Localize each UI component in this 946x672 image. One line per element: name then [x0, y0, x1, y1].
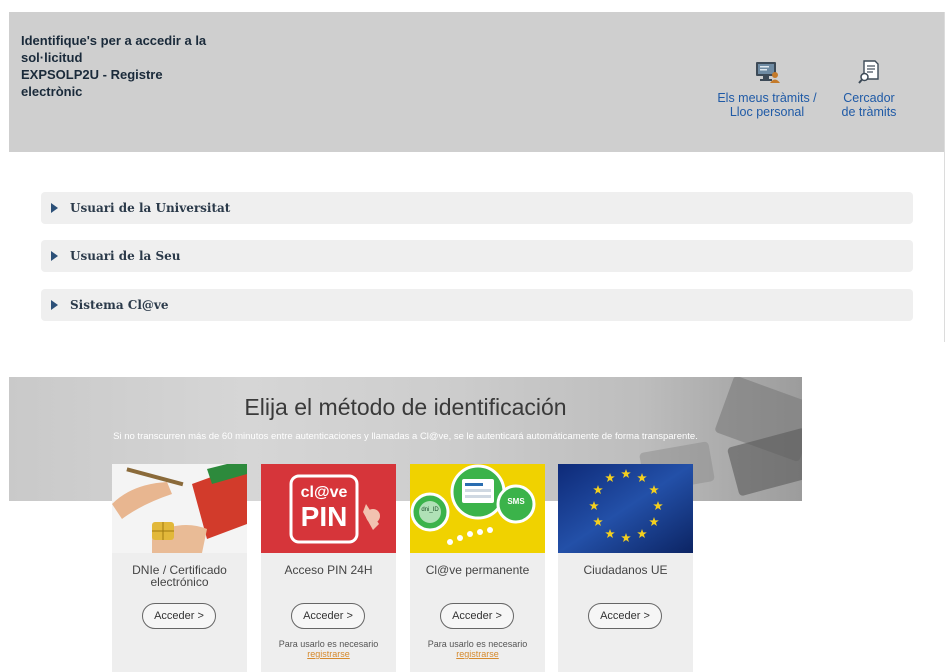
- card-title: DNIe / Certificado electrónico: [112, 564, 247, 588]
- accordion-label: Sistema Cl@ve: [70, 298, 169, 312]
- card-title: Acceso PIN 24H: [261, 564, 396, 576]
- title-line-3: EXPSOLP2U - Registre: [21, 67, 163, 82]
- card-title-line: Cl@ve permanente: [425, 563, 530, 577]
- card-title-line: Acceso PIN 24H: [284, 563, 373, 577]
- accordion-university-user[interactable]: Usuari de la Universitat: [41, 192, 913, 224]
- clave-logo-bottom: PIN: [300, 501, 348, 532]
- card-title-line: electrónico: [150, 575, 209, 589]
- page-title: Identifique's per a accedir a la sol·lic…: [21, 32, 241, 100]
- caret-right-icon: [51, 300, 58, 310]
- scrollbar-edge: [944, 12, 945, 342]
- accordion-label: Usuari de la Seu: [70, 249, 181, 263]
- identification-method-subtitle: Si no transcurren más de 60 minutos entr…: [113, 431, 698, 442]
- sms-badge: SMS: [507, 497, 525, 506]
- caret-right-icon: [51, 203, 58, 213]
- card-eu-citizens: Ciudadanos UE Acceder >: [558, 464, 693, 672]
- document-search-icon: [834, 60, 904, 87]
- clave-logo-top: cl@ve: [300, 484, 348, 501]
- card-title: Ciudadanos UE: [558, 564, 693, 576]
- header-bar: Identifique's per a accedir a la sol·lic…: [9, 12, 944, 152]
- procedure-search-line-2: de tràmits: [841, 105, 897, 119]
- my-procedures-link[interactable]: Els meus tràmits / Lloc personal: [709, 60, 825, 119]
- register-link[interactable]: registrarse: [456, 649, 499, 659]
- caret-right-icon: [51, 251, 58, 261]
- access-pin-button[interactable]: Acceder >: [291, 603, 365, 629]
- registration-note: Para usarlo es necesario registrarse: [261, 639, 396, 659]
- procedure-search-link[interactable]: Cercador de tràmits: [834, 60, 904, 119]
- accordion-clave-system[interactable]: Sistema Cl@ve: [41, 289, 913, 321]
- register-link[interactable]: registrarse: [307, 649, 350, 659]
- dni-id-label: dni_ID: [421, 507, 439, 513]
- my-procedures-line-1: Els meus tràmits /: [717, 91, 817, 105]
- dnie-image: [112, 464, 247, 553]
- clave-pin-image: cl@ve PIN: [261, 464, 396, 553]
- card-pin-24h: cl@ve PIN Acceso PIN 24H Acceder > Para …: [261, 464, 396, 672]
- accordion-seu-user[interactable]: Usuari de la Seu: [41, 240, 913, 272]
- card-title-line: Ciudadanos UE: [583, 563, 668, 577]
- registration-note-text: Para usarlo es necesario: [278, 639, 379, 649]
- title-line-1: Identifique's per a accedir a la: [21, 33, 207, 48]
- access-dnie-button[interactable]: Acceder >: [142, 603, 216, 629]
- monitor-person-icon: [709, 60, 825, 87]
- card-dnie: DNIe / Certificado electrónico Acceder >: [112, 464, 247, 672]
- access-eu-citizens-button[interactable]: Acceder >: [588, 603, 662, 629]
- my-procedures-line-2: Lloc personal: [729, 105, 805, 119]
- identification-method-title: Elija el método de identificación: [244, 394, 567, 420]
- accordion-label: Usuari de la Universitat: [70, 201, 231, 215]
- card-title: Cl@ve permanente: [410, 564, 545, 576]
- title-line-2: sol·licitud: [21, 50, 83, 65]
- clave-permanent-image: SMS dni_ID: [410, 464, 545, 553]
- eu-flag-image: [558, 464, 693, 553]
- registration-note-text: Para usarlo es necesario: [427, 639, 528, 649]
- procedure-search-line-1: Cercador: [843, 91, 895, 105]
- registration-note: Para usarlo es necesario registrarse: [410, 639, 545, 659]
- title-line-4: electrònic: [21, 84, 83, 99]
- access-clave-permanent-button[interactable]: Acceder >: [440, 603, 514, 629]
- card-clave-permanent: SMS dni_ID Cl@ve permanente Acceder > Pa…: [410, 464, 545, 672]
